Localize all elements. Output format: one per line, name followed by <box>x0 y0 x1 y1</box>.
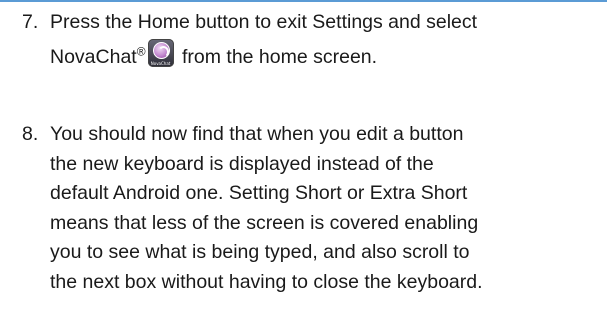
app-name: NovaChat <box>50 46 137 68</box>
step-line: You should now find that when you edit a… <box>50 123 464 145</box>
step-line: means that less of the screen is covered… <box>50 211 479 234</box>
step-text: You should now find that when you edit a… <box>50 120 600 297</box>
step-text: Press the Home button to exit Settings a… <box>50 5 600 74</box>
step-number: 8. <box>22 123 39 145</box>
registered-mark: ® <box>136 44 146 59</box>
step-line: you to see what is being typed, and also… <box>50 241 470 263</box>
step-number: 7. <box>22 11 39 33</box>
step-line: the new keyboard is displayed instead of… <box>50 152 434 175</box>
step-line: the next box without having to close the… <box>50 270 483 293</box>
novachat-app-icon: NovaChat <box>147 39 174 67</box>
step-line: Press the Home button to exit Settings a… <box>50 11 478 33</box>
step-line: default Android one. Setting Short or Ex… <box>50 182 468 204</box>
icon-caption: NovaChat <box>150 61 171 66</box>
swirl-logo-icon <box>152 42 170 59</box>
step-line: NovaChat® NovaChat from the home screen. <box>50 39 600 74</box>
top-border-rule <box>0 0 607 2</box>
step-line-tail: from the home screen. <box>176 46 378 68</box>
